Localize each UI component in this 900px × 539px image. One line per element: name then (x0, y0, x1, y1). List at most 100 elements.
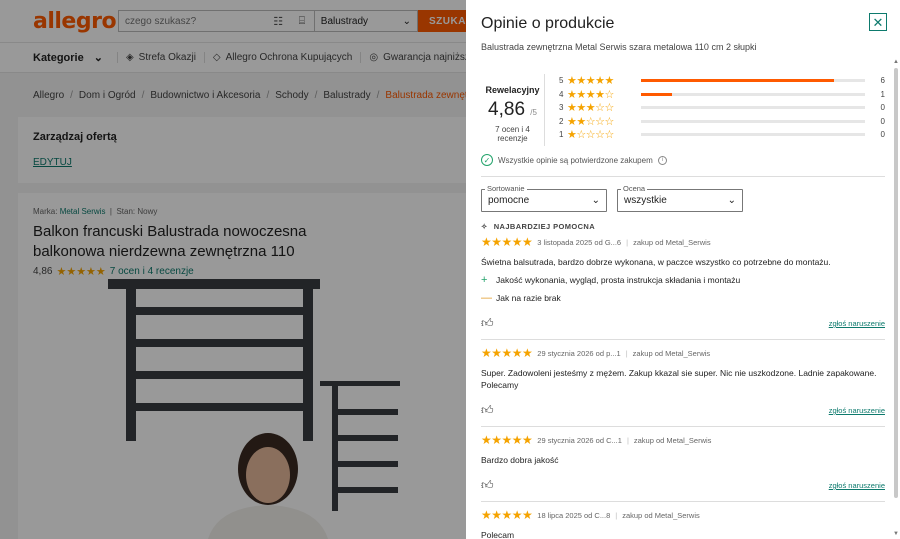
plus-icon: + (481, 274, 488, 286)
most-helpful-label: NAJBARDZIEJ POMOCNA (493, 222, 596, 231)
separator: | (625, 348, 628, 358)
sort-value: pomocne (488, 195, 530, 206)
award-icon: ✧ (481, 222, 488, 231)
distribution-count: 0 (880, 116, 885, 126)
rating-filter-value: wszystkie (624, 195, 667, 206)
minus-icon: — (481, 292, 492, 304)
rating-distribution-row[interactable]: 3 ★★★☆☆ 0 (559, 101, 885, 115)
review-date: 29 stycznia 2026 od C...1 (537, 435, 622, 445)
summary-score-value: 4,86 (488, 99, 526, 120)
report-link[interactable]: zgłoś naruszenie (829, 319, 885, 328)
review-purchase: zakup od Metal_Serwis (633, 435, 712, 445)
drawer-title: Opinie o produkcie (481, 15, 615, 32)
review-date: 18 lipca 2025 od C...8 (537, 510, 611, 520)
review-date: 29 stycznia 2026 od p...1 (537, 348, 621, 358)
rating-distribution-row[interactable]: 2 ★★☆☆☆ 0 (559, 115, 885, 129)
rating-distribution-row[interactable]: 5 ★★★★★ 6 (559, 74, 885, 88)
review-purchase: zakup od Metal_Serwis (633, 237, 711, 247)
chevron-down-icon: ⌄ (591, 195, 600, 206)
report-link[interactable]: zgłoś naruszenie (829, 481, 885, 490)
reviews-drawer: Opinie o produkcie Balustrada zewnętrzna… (466, 0, 900, 539)
distribution-bar (641, 133, 865, 137)
review-date: 3 listopada 2025 od G...6 (537, 237, 622, 247)
review-header: ★★★★★ 3 listopada 2025 od G...6 | zakup … (481, 235, 885, 249)
review-stars-icon: ★★★★★ (481, 433, 533, 447)
review-con-text: Jak na razie brak (496, 293, 561, 303)
distribution-stars-icon: ★☆☆☆☆ (567, 129, 614, 142)
summary-count: 7 ocen i 4 recenzje (495, 125, 530, 143)
rating-filter-label: Ocena (621, 184, 648, 193)
close-button[interactable]: ✕ (869, 13, 887, 31)
verified-text: Wszystkie opinie są potwierdzone zakupem (498, 155, 653, 165)
review-text: Świetna balsutrada, bardzo dobrze wykona… (481, 257, 831, 267)
distribution-bar (641, 92, 865, 96)
thumbs-up-icon[interactable]: 👍︎ (481, 316, 494, 331)
review-pro-text: Jakość wykonania, wygląd, prosta instruk… (496, 275, 741, 285)
drawer-subtitle: Balustrada zewnętrzna Metal Serwis szara… (481, 42, 757, 52)
rating-distribution-row[interactable]: 1 ★☆☆☆☆ 0 (559, 128, 885, 142)
distribution-bar (641, 119, 865, 123)
review-text: Polecam (481, 530, 515, 539)
summary-score: 4,86 /5 (481, 99, 544, 121)
review-stars-icon: ★★★★★ (481, 508, 533, 522)
review-pro: + Jakość wykonania, wygląd, prosta instr… (481, 274, 885, 286)
rating-distribution-row[interactable]: 4 ★★★★☆ 1 (559, 88, 885, 102)
summary-score-max: /5 (530, 108, 537, 117)
separator: | (626, 435, 629, 445)
sort-label: Sortowanie (485, 184, 527, 193)
reviews-list: ✧ NAJBARDZIEJ POMOCNA ★★★★★ 3 listopada … (466, 222, 900, 539)
distribution-star-number: 1 (559, 130, 564, 140)
drawer-content: Rewelacyjny 4,86 /5 7 ocen i 4 recenzje … (466, 66, 900, 539)
most-helpful-badge: ✧ NAJBARDZIEJ POMOCNA (481, 222, 885, 231)
chevron-down-icon: ⌄ (727, 195, 736, 206)
check-circle-icon: ✓ (481, 154, 493, 166)
separator: | (615, 510, 618, 520)
distribution-count: 0 (880, 103, 885, 113)
thumbs-up-icon[interactable]: 👍︎ (481, 478, 494, 493)
review-purchase: zakup od Metal_Serwis (632, 348, 711, 358)
rating-filter-select[interactable]: Ocena wszystkie ⌄ (617, 184, 743, 212)
review-filters: Sortowanie pomocne ⌄ Ocena wszystkie ⌄ (466, 184, 900, 212)
review-text: Bardzo dobra jakość (481, 455, 559, 465)
divider (481, 176, 885, 177)
separator: | (626, 237, 629, 247)
distribution-star-number: 4 (559, 89, 564, 99)
review-con: — Jak na razie brak (481, 292, 885, 304)
review-stars-icon: ★★★★★ (481, 346, 533, 360)
distribution-bar (641, 79, 865, 83)
thumbs-up-icon[interactable]: 👍︎ (481, 403, 494, 418)
review-footer: 👍︎ zgłoś naruszenie (481, 403, 885, 418)
review-purchase: zakup od Metal_Serwis (622, 510, 700, 520)
scroll-up-arrow[interactable]: ▲ (893, 59, 899, 65)
review-text: Super. Zadowoleni jesteśmy z mężem. Zaku… (481, 368, 877, 390)
distribution-count: 6 (880, 76, 885, 86)
distribution-bar-fill (641, 92, 673, 96)
distribution-stars-icon: ★★★☆☆ (567, 102, 614, 115)
review-footer: 👍︎ zgłoś naruszenie (481, 478, 885, 493)
drawer-header: Opinie o produkcie Balustrada zewnętrzna… (466, 0, 900, 52)
summary-label: Rewelacyjny (485, 85, 540, 95)
sort-select[interactable]: Sortowanie pomocne ⌄ (481, 184, 607, 212)
review-item: ✧ NAJBARDZIEJ POMOCNA ★★★★★ 3 listopada … (481, 222, 885, 340)
summary-score-block: Rewelacyjny 4,86 /5 7 ocen i 4 recenzje (481, 74, 545, 146)
distribution-stars-icon: ★★★★☆ (567, 88, 614, 101)
review-header: ★★★★★ 18 lipca 2025 od C...8 | zakup od … (481, 508, 885, 522)
report-link[interactable]: zgłoś naruszenie (829, 406, 885, 415)
distribution-star-number: 5 (559, 76, 564, 86)
distribution-bar-fill (641, 79, 834, 83)
distribution-stars-icon: ★★☆☆☆ (567, 115, 614, 128)
info-icon[interactable]: i (657, 155, 667, 165)
distribution-count: 1 (880, 89, 885, 99)
review-header: ★★★★★ 29 stycznia 2026 od C...1 | zakup … (481, 433, 885, 447)
review-footer: 👍︎ zgłoś naruszenie (481, 316, 885, 331)
distribution-stars-icon: ★★★★★ (567, 75, 614, 88)
rating-summary: Rewelacyjny 4,86 /5 7 ocen i 4 recenzje … (466, 66, 900, 146)
distribution-bar (641, 106, 865, 110)
review-item: ★★★★★ 18 lipca 2025 od C...8 | zakup od … (481, 508, 885, 539)
distribution-star-number: 2 (559, 116, 564, 126)
review-header: ★★★★★ 29 stycznia 2026 od p...1 | zakup … (481, 346, 885, 360)
verified-notice: ✓ Wszystkie opinie są potwierdzone zakup… (466, 154, 900, 166)
close-icon: ✕ (872, 14, 884, 30)
distribution-count: 0 (880, 130, 885, 140)
distribution-star-number: 3 (559, 103, 564, 113)
